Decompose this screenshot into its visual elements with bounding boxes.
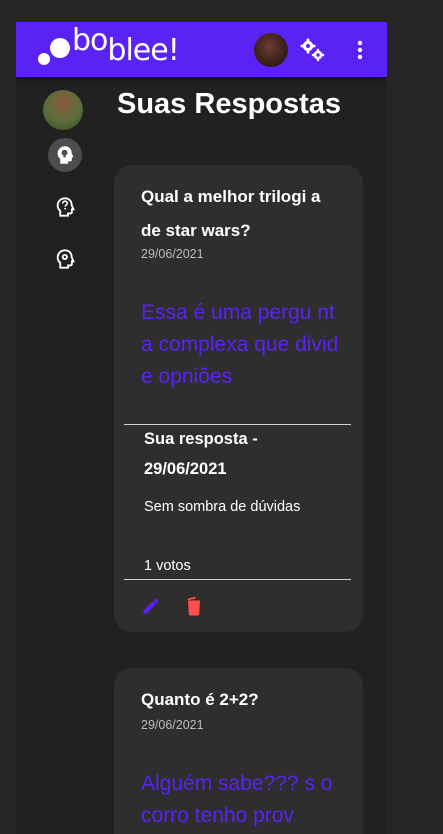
sidebar-item-settings[interactable] [48,242,82,276]
user-avatar[interactable] [254,33,288,67]
answer-card: Quanto é 2+2? 29/06/2021 Alguém sabe??? … [114,668,363,834]
edit-icon [143,598,159,614]
delete-icon [187,596,200,616]
answer-text: Sem sombra de dúvidas [144,499,301,515]
vote-count: 1 votos [144,558,191,574]
lightbulb-head-icon [57,146,74,164]
top-app-bar: boblee! [16,22,387,77]
divider [124,579,351,580]
question-date: 29/06/2021 [141,247,204,261]
answer-card: Qual a melhor trilogi a de star wars? 29… [114,165,363,632]
gears-icon[interactable] [300,38,326,62]
app-logo[interactable]: boblee! [36,26,196,72]
question-date: 29/06/2021 [141,718,204,732]
logo-text-b: blee! [107,33,179,68]
question-body: Essa é uma pergu nta complexa que divide… [141,301,339,388]
logo-text-a: bo [72,23,108,58]
gear-head-icon [56,249,75,269]
answer-title: Sua resposta - 29/06/2021 [144,430,258,478]
sidebar-user-avatar[interactable] [43,90,83,130]
question-title[interactable]: Qual a melhor trilogi a de star wars? [141,180,341,248]
more-vert-icon[interactable] [350,39,370,61]
page-title: Suas Respostas [117,88,342,120]
sidebar-item-answers[interactable] [48,138,82,172]
edit-button[interactable] [140,595,162,617]
question-body: Alguém sabe??? s ocorro tenho prov [141,772,333,827]
delete-button[interactable] [183,595,205,617]
sidebar-item-questions[interactable] [48,190,82,224]
question-title[interactable]: Quanto é 2+2? [141,683,341,717]
app-window: boblee! Suas Respostas Qual a melhor tri… [16,22,387,834]
question-head-icon [56,197,75,217]
